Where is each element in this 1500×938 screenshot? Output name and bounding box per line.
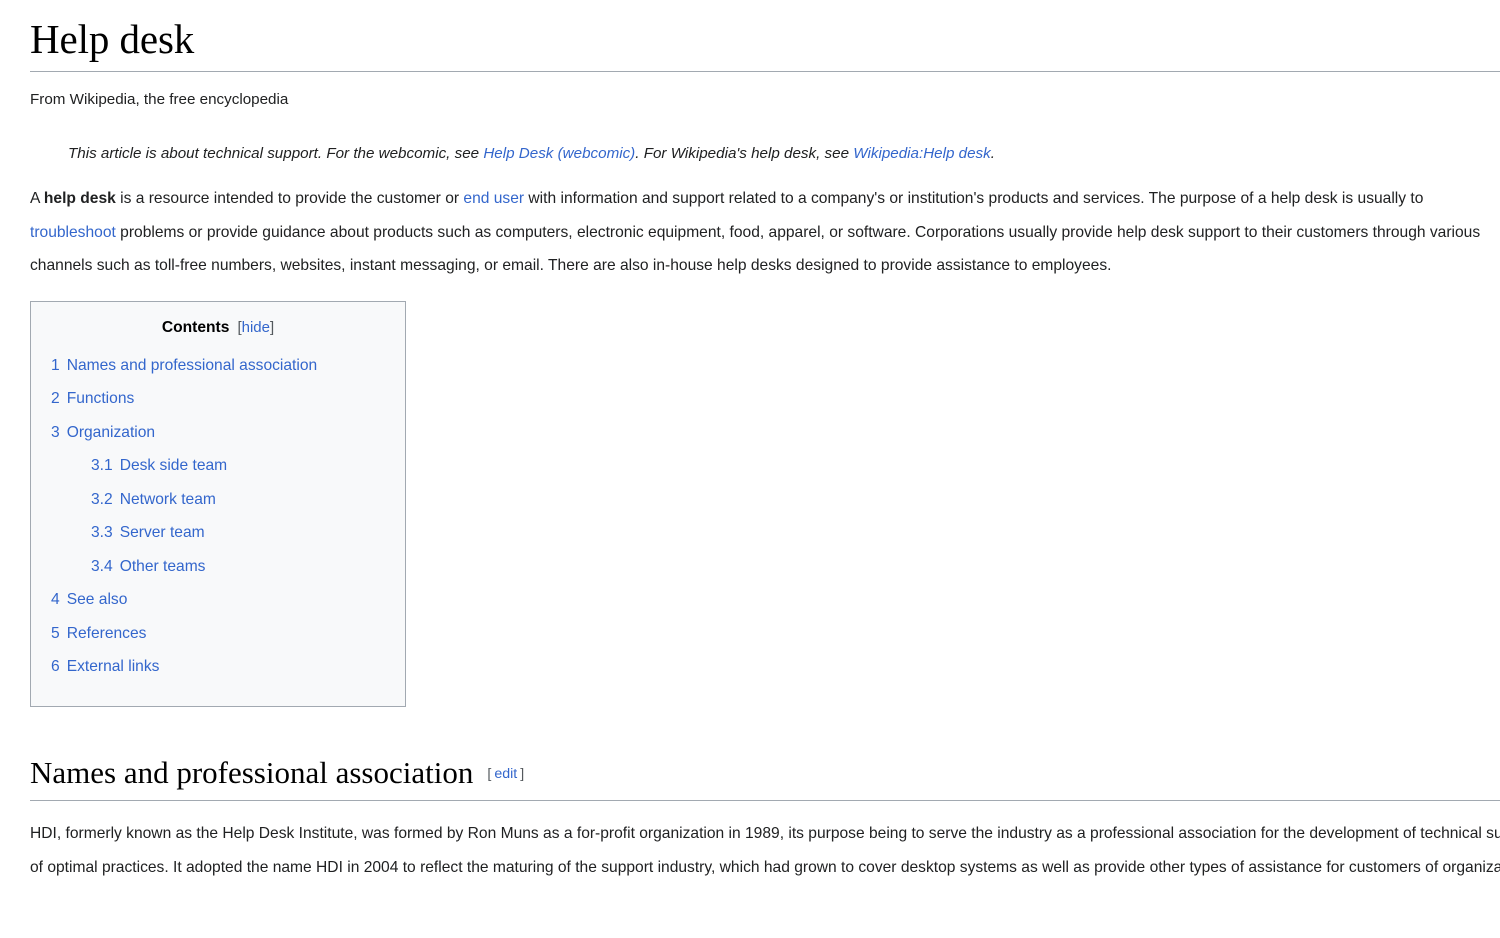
lead-link-troubleshoot[interactable]: troubleshoot (30, 224, 116, 241)
toc-item: 5 References (51, 617, 385, 651)
toc-link-references[interactable]: 5 References (51, 625, 146, 642)
toc-item: 4 See also (51, 583, 385, 617)
hatnote-link-wikipedia-help-desk[interactable]: Wikipedia:Help desk (853, 145, 990, 162)
toc-item: 3 Organization (51, 416, 385, 450)
toc-item-label: Names and professional association (66, 356, 318, 374)
toc-toggle: [hide] (237, 319, 274, 336)
section-title: Names and professional association (30, 754, 474, 790)
toc-item-number: 1 (51, 356, 60, 374)
title-block: Help desk From Wikipedia, the free encyc… (30, 0, 1500, 112)
section-heading-names: Names and professional association [edit] (30, 753, 1500, 802)
toc-item-label: Desk side team (119, 457, 228, 475)
toc-item-number: 2 (51, 390, 60, 408)
toc-link-organization[interactable]: 3 Organization (51, 424, 155, 441)
toc-item-label: See also (66, 591, 128, 609)
hatnote-text-1: This article is about technical support.… (68, 145, 484, 163)
lead-text-4: problems or provide guidance about produ… (30, 223, 1481, 275)
toc-item-number: 5 (51, 624, 60, 642)
edit-link[interactable]: edit (494, 766, 517, 782)
toc-link-network-team[interactable]: 3.2 Network team (91, 491, 216, 508)
toc-item: 3.1 Desk side team (51, 449, 385, 483)
section-edit-link: [edit] (487, 766, 524, 782)
toc-item: 3.2 Network team (51, 483, 385, 517)
toc-item: 2 Functions (51, 382, 385, 416)
toc-item-number: 3.1 (91, 457, 113, 475)
toc-bracket-close: ] (269, 318, 275, 336)
toc-item-label: References (66, 624, 147, 642)
edit-bracket-open: [ (487, 765, 492, 782)
title-divider (30, 71, 1500, 73)
toc-link-desk-side-team[interactable]: 3.1 Desk side team (91, 457, 227, 474)
hatnote-text-2: . For Wikipedia's help desk, see (635, 145, 854, 163)
toc-item: 3.3 Server team (51, 516, 385, 550)
toc-item-number: 4 (51, 591, 60, 609)
lead-link-end-user[interactable]: end user (463, 190, 524, 207)
site-tagline: From Wikipedia, the free encyclopedia (30, 91, 289, 109)
lead-text-3: with information and support related to … (524, 190, 1424, 208)
toc-item-label: Server team (119, 524, 205, 542)
toc-item-label: Network team (119, 490, 216, 508)
toc-item-label: Functions (66, 390, 135, 408)
toc-list: 1 Names and professional association 2 Func… (51, 349, 385, 684)
lead-paragraph: A help desk is a resource intended to pr… (30, 182, 1500, 283)
toc-item: 1 Names and professional association (51, 349, 385, 383)
toc-item-label: External links (66, 658, 160, 676)
toc-link-server-team[interactable]: 3.3 Server team (91, 524, 205, 541)
toc-item-number: 3.2 (91, 490, 113, 508)
toc-item-label: Organization (66, 423, 156, 441)
hatnote: This article is about technical support.… (30, 142, 1500, 166)
toc-item: 3.4 Other teams (51, 550, 385, 584)
toc-heading: Contents (161, 318, 230, 336)
lead-text-1: A (30, 190, 44, 208)
toc-link-functions[interactable]: 2 Functions (51, 390, 134, 407)
toc-item-number: 3.4 (91, 557, 113, 575)
edit-bracket-close: ] (520, 765, 525, 782)
hatnote-link-help-desk-webcomic[interactable]: Help Desk (webcomic) (483, 145, 635, 162)
table-of-contents: Contents [hide] 1 Names and professional a… (30, 300, 406, 707)
toc-hide-link[interactable]: hide (242, 319, 270, 336)
lead-bold-term: help desk (43, 190, 116, 208)
toc-link-see-also[interactable]: 4 See also (51, 591, 127, 608)
toc-item-number: 3.3 (91, 524, 113, 542)
toc-item-number: 6 (51, 658, 60, 676)
toc-item-number: 3 (51, 423, 60, 441)
toc-link-other-teams[interactable]: 3.4 Other teams (91, 558, 205, 575)
lead-text-2: is a resource intended to provide the cu… (115, 190, 464, 208)
toc-item: 6 External links (51, 650, 385, 684)
hatnote-text-3: . (990, 145, 995, 163)
toc-link-names-and-professional-association[interactable]: 1 Names and professional association (51, 357, 317, 374)
page-title: Help desk (30, 16, 195, 62)
article-page: Help desk From Wikipedia, the free encyc… (0, 0, 1500, 884)
toc-title-row: Contents [hide] (51, 319, 385, 337)
section-paragraph-names: HDI, formerly known as the Help Desk Ins… (30, 825, 1500, 876)
toc-link-external-links[interactable]: 6 External links (51, 658, 159, 675)
toc-item-label: Other teams (119, 557, 206, 575)
